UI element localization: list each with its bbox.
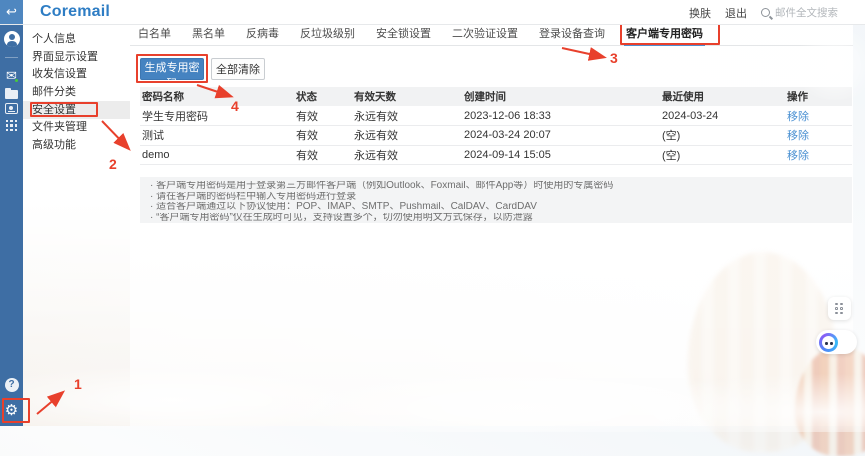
sidebar-item-display-settings[interactable]: 界面显示设置 — [23, 49, 130, 67]
help-icon[interactable]: ? — [0, 378, 23, 392]
back-icon: ↩ — [6, 4, 17, 19]
cell-status: 有效 — [294, 106, 352, 126]
dots-grid-icon — [835, 303, 844, 315]
remove-link[interactable]: 移除 — [787, 130, 809, 142]
sidebar-item-mail-category[interactable]: 邮件分类 — [23, 84, 130, 102]
col-header-status: 状态 — [294, 87, 352, 106]
unread-dot — [14, 78, 19, 83]
note-line: “客户端专用密码”仅在生成时可见，支持设置多个，切勿使用明文方式保存，以防泄露 — [150, 213, 842, 224]
clear-all-label: 全部清除 — [216, 64, 260, 76]
settings-gear-icon[interactable]: ⚙ — [0, 403, 23, 419]
remove-link[interactable]: 移除 — [787, 111, 809, 123]
tab-two-factor[interactable]: 二次验证设置 — [452, 25, 518, 46]
table-row: 测试 有效 永远有效 2024-03-24 20:07 (空) 移除 — [140, 126, 852, 146]
sidebar-item-security[interactable]: 安全设置 — [23, 101, 130, 119]
cell-created: 2024-03-24 20:07 — [462, 126, 660, 146]
col-header-days: 有效天数 — [352, 87, 462, 106]
sidebar-item-label: 安全设置 — [32, 104, 76, 116]
settings-sidebar: 个人信息 界面显示设置 收发信设置 邮件分类 安全设置 文件夹管理 高级功能 — [23, 25, 130, 426]
cell-last-used: (空) — [660, 145, 785, 165]
table-row: 学生专用密码 有效 永远有效 2023-12-06 18:33 2024-03-… — [140, 106, 852, 126]
rail-divider — [5, 57, 18, 58]
quick-apps-widget[interactable] — [828, 297, 851, 320]
cell-last-used: (空) — [660, 126, 785, 146]
user-avatar-icon[interactable] — [0, 31, 23, 47]
cell-status: 有效 — [294, 145, 352, 165]
change-skin-link[interactable]: 换肤 — [689, 5, 711, 21]
tab-whitelist[interactable]: 白名单 — [138, 25, 171, 46]
top-header: ↩ Coremail 换肤 退出 — [0, 0, 865, 25]
col-header-action: 操作 — [785, 87, 852, 106]
main-panel: 白名单 黑名单 反病毒 反垃圾级别 安全锁设置 二次验证设置 登录设备查询 客户… — [130, 25, 853, 426]
cell-name: 学生专用密码 — [140, 106, 294, 126]
security-tabbar: 白名单 黑名单 反病毒 反垃圾级别 安全锁设置 二次验证设置 登录设备查询 客户… — [130, 25, 853, 46]
remove-link[interactable]: 移除 — [787, 150, 809, 162]
sidebar-item-advanced[interactable]: 高级功能 — [23, 137, 130, 155]
cell-days: 永远有效 — [352, 126, 462, 146]
cell-status: 有效 — [294, 126, 352, 146]
cell-last-used: 2024-03-24 — [660, 106, 785, 126]
clear-all-button[interactable]: 全部清除 — [211, 58, 265, 80]
search-box[interactable] — [761, 7, 855, 19]
tab-antivirus[interactable]: 反病毒 — [246, 25, 279, 46]
generate-password-button[interactable]: 生成专用密码 — [140, 58, 204, 80]
tab-antispam-level[interactable]: 反垃圾级别 — [300, 25, 355, 46]
sidebar-item-personal-info[interactable]: 个人信息 — [23, 31, 130, 49]
tab-blacklist[interactable]: 黑名单 — [192, 25, 225, 46]
cell-name: demo — [140, 145, 294, 165]
tab-label: 客户端专用密码 — [626, 28, 703, 40]
cell-days: 永远有效 — [352, 106, 462, 126]
back-button[interactable]: ↩ — [0, 0, 23, 24]
tab-login-devices[interactable]: 登录设备查询 — [539, 25, 605, 46]
col-header-name: 密码名称 — [140, 87, 294, 106]
table-row: demo 有效 永远有效 2024-09-14 15:05 (空) 移除 — [140, 145, 852, 165]
contacts-icon[interactable] — [0, 103, 23, 114]
cell-name: 测试 — [140, 126, 294, 146]
note-line: 请在客户端的密码栏中输入专用密码进行登录 — [150, 192, 842, 203]
table-header-row: 密码名称 状态 有效天数 创建时间 最近使用 操作 — [140, 87, 852, 106]
search-input[interactable] — [775, 7, 855, 19]
tab-security-lock[interactable]: 安全锁设置 — [376, 25, 431, 46]
folders-icon[interactable] — [0, 87, 23, 99]
logout-link[interactable]: 退出 — [725, 5, 747, 21]
coremail-logo: Coremail — [40, 3, 110, 21]
sidebar-item-folder-management[interactable]: 文件夹管理 — [23, 119, 130, 137]
cell-created: 2024-09-14 15:05 — [462, 145, 660, 165]
robot-assistant-icon — [819, 333, 838, 352]
tab-client-password[interactable]: 客户端专用密码 — [626, 25, 703, 46]
note-line: 客户端专用密码是用于登录第三方邮件客户端（例如Outlook、Foxmail、邮… — [150, 181, 842, 192]
col-header-created: 创建时间 — [462, 87, 660, 106]
mail-icon[interactable]: ✉ — [0, 69, 23, 82]
password-table: 密码名称 状态 有效天数 创建时间 最近使用 操作 学生专用密码 有效 永远有效… — [140, 87, 852, 165]
apps-grid-icon[interactable] — [0, 120, 23, 131]
col-header-last-used: 最近使用 — [660, 87, 785, 106]
avatar — [4, 31, 20, 47]
notes-panel: 客户端专用密码是用于登录第三方邮件客户端（例如Outlook、Foxmail、邮… — [140, 177, 852, 223]
search-icon — [761, 8, 770, 17]
ai-assistant-widget[interactable] — [816, 330, 857, 354]
generate-button-label: 生成专用密码 — [145, 62, 200, 90]
icon-rail: ✉ ? ⚙ — [0, 25, 23, 426]
cell-days: 永远有效 — [352, 145, 462, 165]
sidebar-item-send-receive[interactable]: 收发信设置 — [23, 66, 130, 84]
cell-created: 2023-12-06 18:33 — [462, 106, 660, 126]
note-line: 适合客户端通过以下协议使用：POP、IMAP、SMTP、Pushmail、Cal… — [150, 202, 842, 213]
